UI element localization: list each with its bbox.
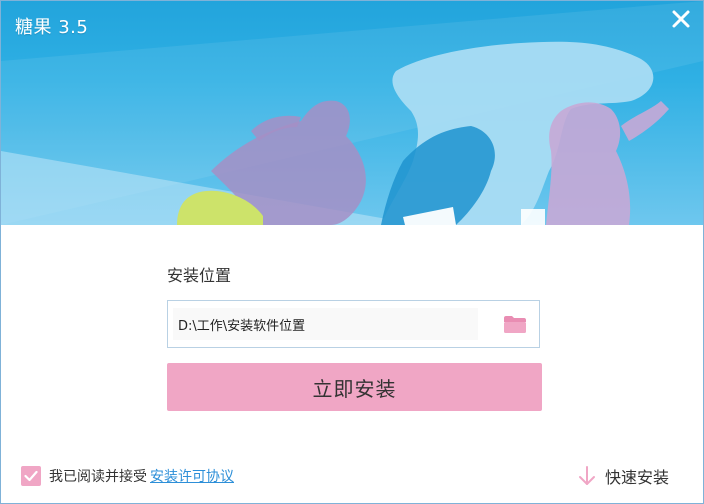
folder-icon [504, 316, 526, 333]
install-location-label: 安装位置 [167, 266, 232, 285]
agree-checkbox[interactable] [21, 466, 41, 486]
license-agreement-link[interactable]: 安装许可协议 [150, 466, 234, 486]
browse-folder-button[interactable] [503, 314, 527, 334]
quick-install-label: 快速安装 [604, 468, 669, 487]
down-arrow-icon [578, 466, 595, 485]
checkmark-icon [24, 470, 38, 482]
app-title: 糖果 3.5 [15, 17, 89, 38]
close-icon [672, 10, 690, 28]
header-banner: 糖果 3.5 [1, 1, 703, 225]
dancing-silhouettes-illustration [1, 1, 703, 225]
install-path-input[interactable] [173, 308, 478, 340]
install-path-field [167, 300, 540, 348]
agree-text: 我已阅读并接受 [49, 469, 147, 485]
install-now-button[interactable]: 立即安装 [167, 363, 542, 411]
close-button[interactable] [669, 7, 693, 31]
license-agreement-row: 我已阅读并接受 安装许可协议 [21, 465, 234, 487]
installer-window: 糖果 3.5 安装位置 立即安装 我已阅读并接受 安装许可协议 [0, 0, 704, 504]
quick-install-button[interactable]: 快速安装 [577, 464, 669, 488]
